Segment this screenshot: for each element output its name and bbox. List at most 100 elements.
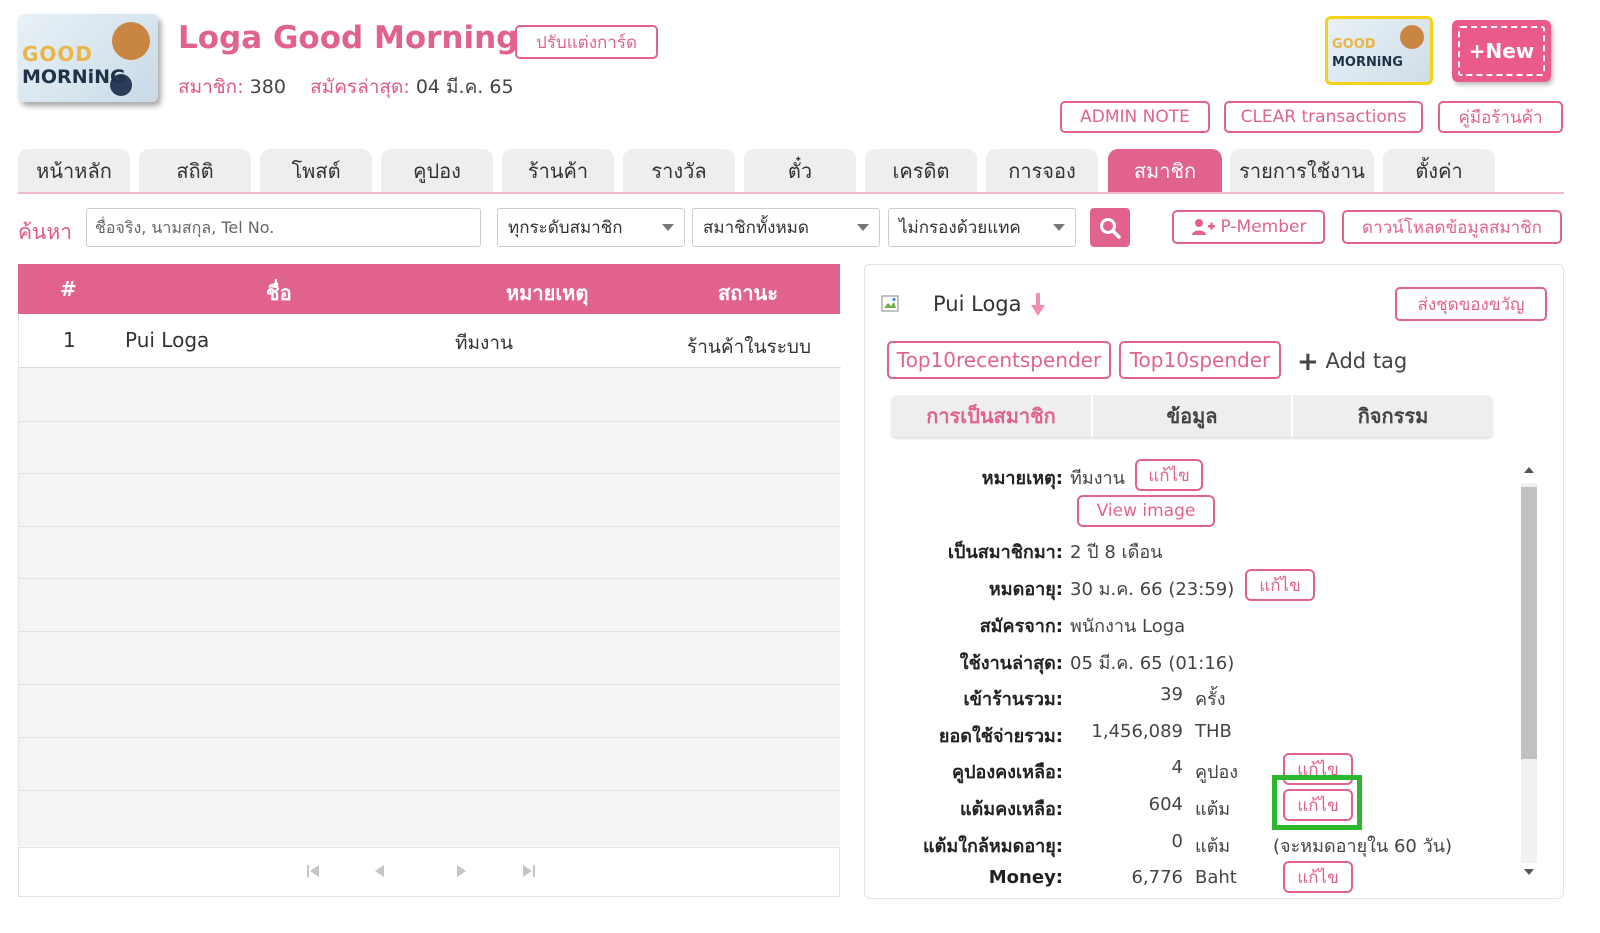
last-used-label: ใช้งานล่าสุด: [959,653,1063,674]
member-since-value: 2 ปี 8 เดือน [1070,542,1163,563]
download-members-button[interactable]: ดาวน์โหลดข้อมูลสมาชิก [1342,210,1562,244]
main-tabs: หน้าหลัก สถิติ โพสต์ คูปอง ร้านค้า รางวั… [18,149,1564,194]
clear-transactions-button[interactable]: CLEAR transactions [1224,101,1423,133]
last-page-icon[interactable] [523,865,537,879]
member-type-select[interactable]: สมาชิกทั้งหมด [692,208,880,247]
row-index: 1 [63,328,76,352]
scroll-thumb[interactable] [1521,487,1537,759]
col-status: สถานะ [718,281,778,305]
edit-note-button[interactable]: แก้ไข [1135,459,1203,491]
subtab-membership[interactable]: การเป็นสมาชิก [891,395,1091,437]
first-page-icon[interactable] [307,865,321,879]
tab-booking[interactable]: การจอง [986,149,1098,192]
p-member-button[interactable]: P-Member [1172,210,1325,244]
view-image-button[interactable]: View image [1077,495,1215,527]
card-preview-thumbnail[interactable]: GOOD MORNiNG [1325,16,1433,85]
tab-shop[interactable]: ร้านค้า [502,149,614,192]
tab-credit[interactable]: เครดิต [865,149,977,192]
member-type-value: สมาชิกทั้งหมด [703,218,809,238]
detail-scrollbar[interactable] [1517,461,1541,881]
expiring-points-unit: แต้ม [1195,836,1231,857]
expire-value: 30 ม.ค. 66 (23:59) [1070,579,1235,600]
spend-label: ยอดใช้จ่ายรวม: [938,726,1063,747]
last-signup-label: สมัครล่าสุด: [310,76,410,98]
logo-food-graphic [112,22,150,60]
scroll-down-arrow-icon[interactable] [1524,869,1534,875]
members-label: สมาชิก: [178,76,244,98]
last-signup-date: 04 มี.ค. 65 [415,76,514,98]
logo-text-good: GOOD [22,42,94,66]
tag-filter-select[interactable]: ไม่กรองด้วยแทค [888,208,1076,247]
shop-logo: GOOD MORNiNG [18,14,158,102]
tag-top10spender[interactable]: Top10spender [1119,341,1281,379]
p-member-label: P-Member [1220,217,1307,237]
tab-members[interactable]: สมาชิก [1108,149,1222,192]
row-status: ร้านค้าในระบบ [687,336,812,358]
last-used-value: 05 มี.ค. 65 (01:16) [1070,653,1235,674]
tab-home[interactable]: หน้าหลัก [18,149,130,192]
visits-unit: ครั้ง [1195,689,1226,710]
add-tag-label: Add tag [1325,349,1408,373]
tab-settings[interactable]: ตั้งค่า [1383,149,1495,192]
edit-money-button[interactable]: แก้ไข [1283,861,1353,893]
money-label: Money: [988,867,1063,888]
prev-page-icon[interactable] [375,865,389,879]
thumbnail-text-morning: MORNiNG [1332,55,1403,70]
search-input[interactable] [86,208,481,247]
visits-value: 39 [1160,684,1183,705]
row-divider [19,684,841,685]
search-button[interactable] [1090,208,1130,247]
member-since-label: เป็นสมาชิกมา: [947,542,1063,563]
add-user-icon [1191,219,1215,235]
thumbnail-food-graphic [1400,25,1424,49]
note-value: ทีมงาน [1070,468,1125,489]
next-page-icon[interactable] [457,865,471,879]
members-table-header: # ชื่อ หมายเหตุ สถานะ [18,264,840,314]
new-button[interactable]: +New [1452,20,1551,82]
expiring-points-note: (จะหมดอายุใน 60 วัน) [1273,836,1452,857]
member-detail-panel: Pui Loga ส่งชุดของขวัญ Top10recentspende… [864,264,1564,899]
scroll-up-arrow-icon[interactable] [1524,467,1534,473]
logo-text-morning: MORNiNG [22,66,126,88]
tab-coupons[interactable]: คูปอง [381,149,493,192]
members-count: 380 [249,76,286,98]
tab-rewards[interactable]: รางวัล [623,149,735,192]
member-level-value: ทุกระดับสมาชิก [508,218,623,238]
expire-label: หมดอายุ: [988,579,1063,600]
row-divider [19,526,841,527]
points-label: แต้มคงเหลือ: [959,799,1063,820]
shop-title: Loga Good Morning [178,20,519,56]
row-divider [19,421,841,422]
col-note: หมายเหตุ [506,281,589,305]
coupons-unit: คูปอง [1195,762,1239,783]
row-divider [19,790,841,791]
plus-icon: + [1297,347,1319,377]
signup-from-value: พนักงาน Loga [1070,616,1186,637]
thumbnail-text-good: GOOD [1332,37,1376,52]
money-unit: Baht [1195,867,1237,888]
note-label: หมายเหตุ: [981,468,1063,489]
col-index: # [60,277,77,301]
coupons-label: คูปองคงเหลือ: [952,762,1063,783]
edit-expire-button[interactable]: แก้ไข [1245,569,1315,601]
row-divider [19,737,841,738]
subtab-info[interactable]: ข้อมูล [1093,395,1291,437]
row-divider [19,473,841,474]
table-row[interactable]: 1 Pui Loga ทีมงาน ร้านค้าในระบบ [19,314,841,368]
tab-usage[interactable]: รายการใช้งาน [1230,149,1374,192]
tab-tickets[interactable]: ตั๋ว [744,149,856,192]
add-tag-button[interactable]: + Add tag [1297,347,1407,377]
money-value: 6,776 [1131,867,1183,888]
subtab-activity[interactable]: กิจกรรม [1293,395,1493,437]
send-gift-button[interactable]: ส่งชุดของขวัญ [1395,287,1547,321]
tab-stats[interactable]: สถิติ [139,149,251,192]
admin-note-button[interactable]: ADMIN NOTE [1060,101,1210,133]
tag-top10recentspender[interactable]: Top10recentspender [887,341,1111,379]
member-level-select[interactable]: ทุกระดับสมาชิก [497,208,685,247]
row-note: ทีมงาน [455,332,513,354]
tab-posts[interactable]: โพสต์ [260,149,372,192]
shop-manual-button[interactable]: คู่มือร้านค้า [1438,101,1563,133]
customize-card-button[interactable]: ปรับแต่งการ์ด [515,25,658,59]
highlight-box [1272,775,1362,830]
table-pager [18,847,840,897]
